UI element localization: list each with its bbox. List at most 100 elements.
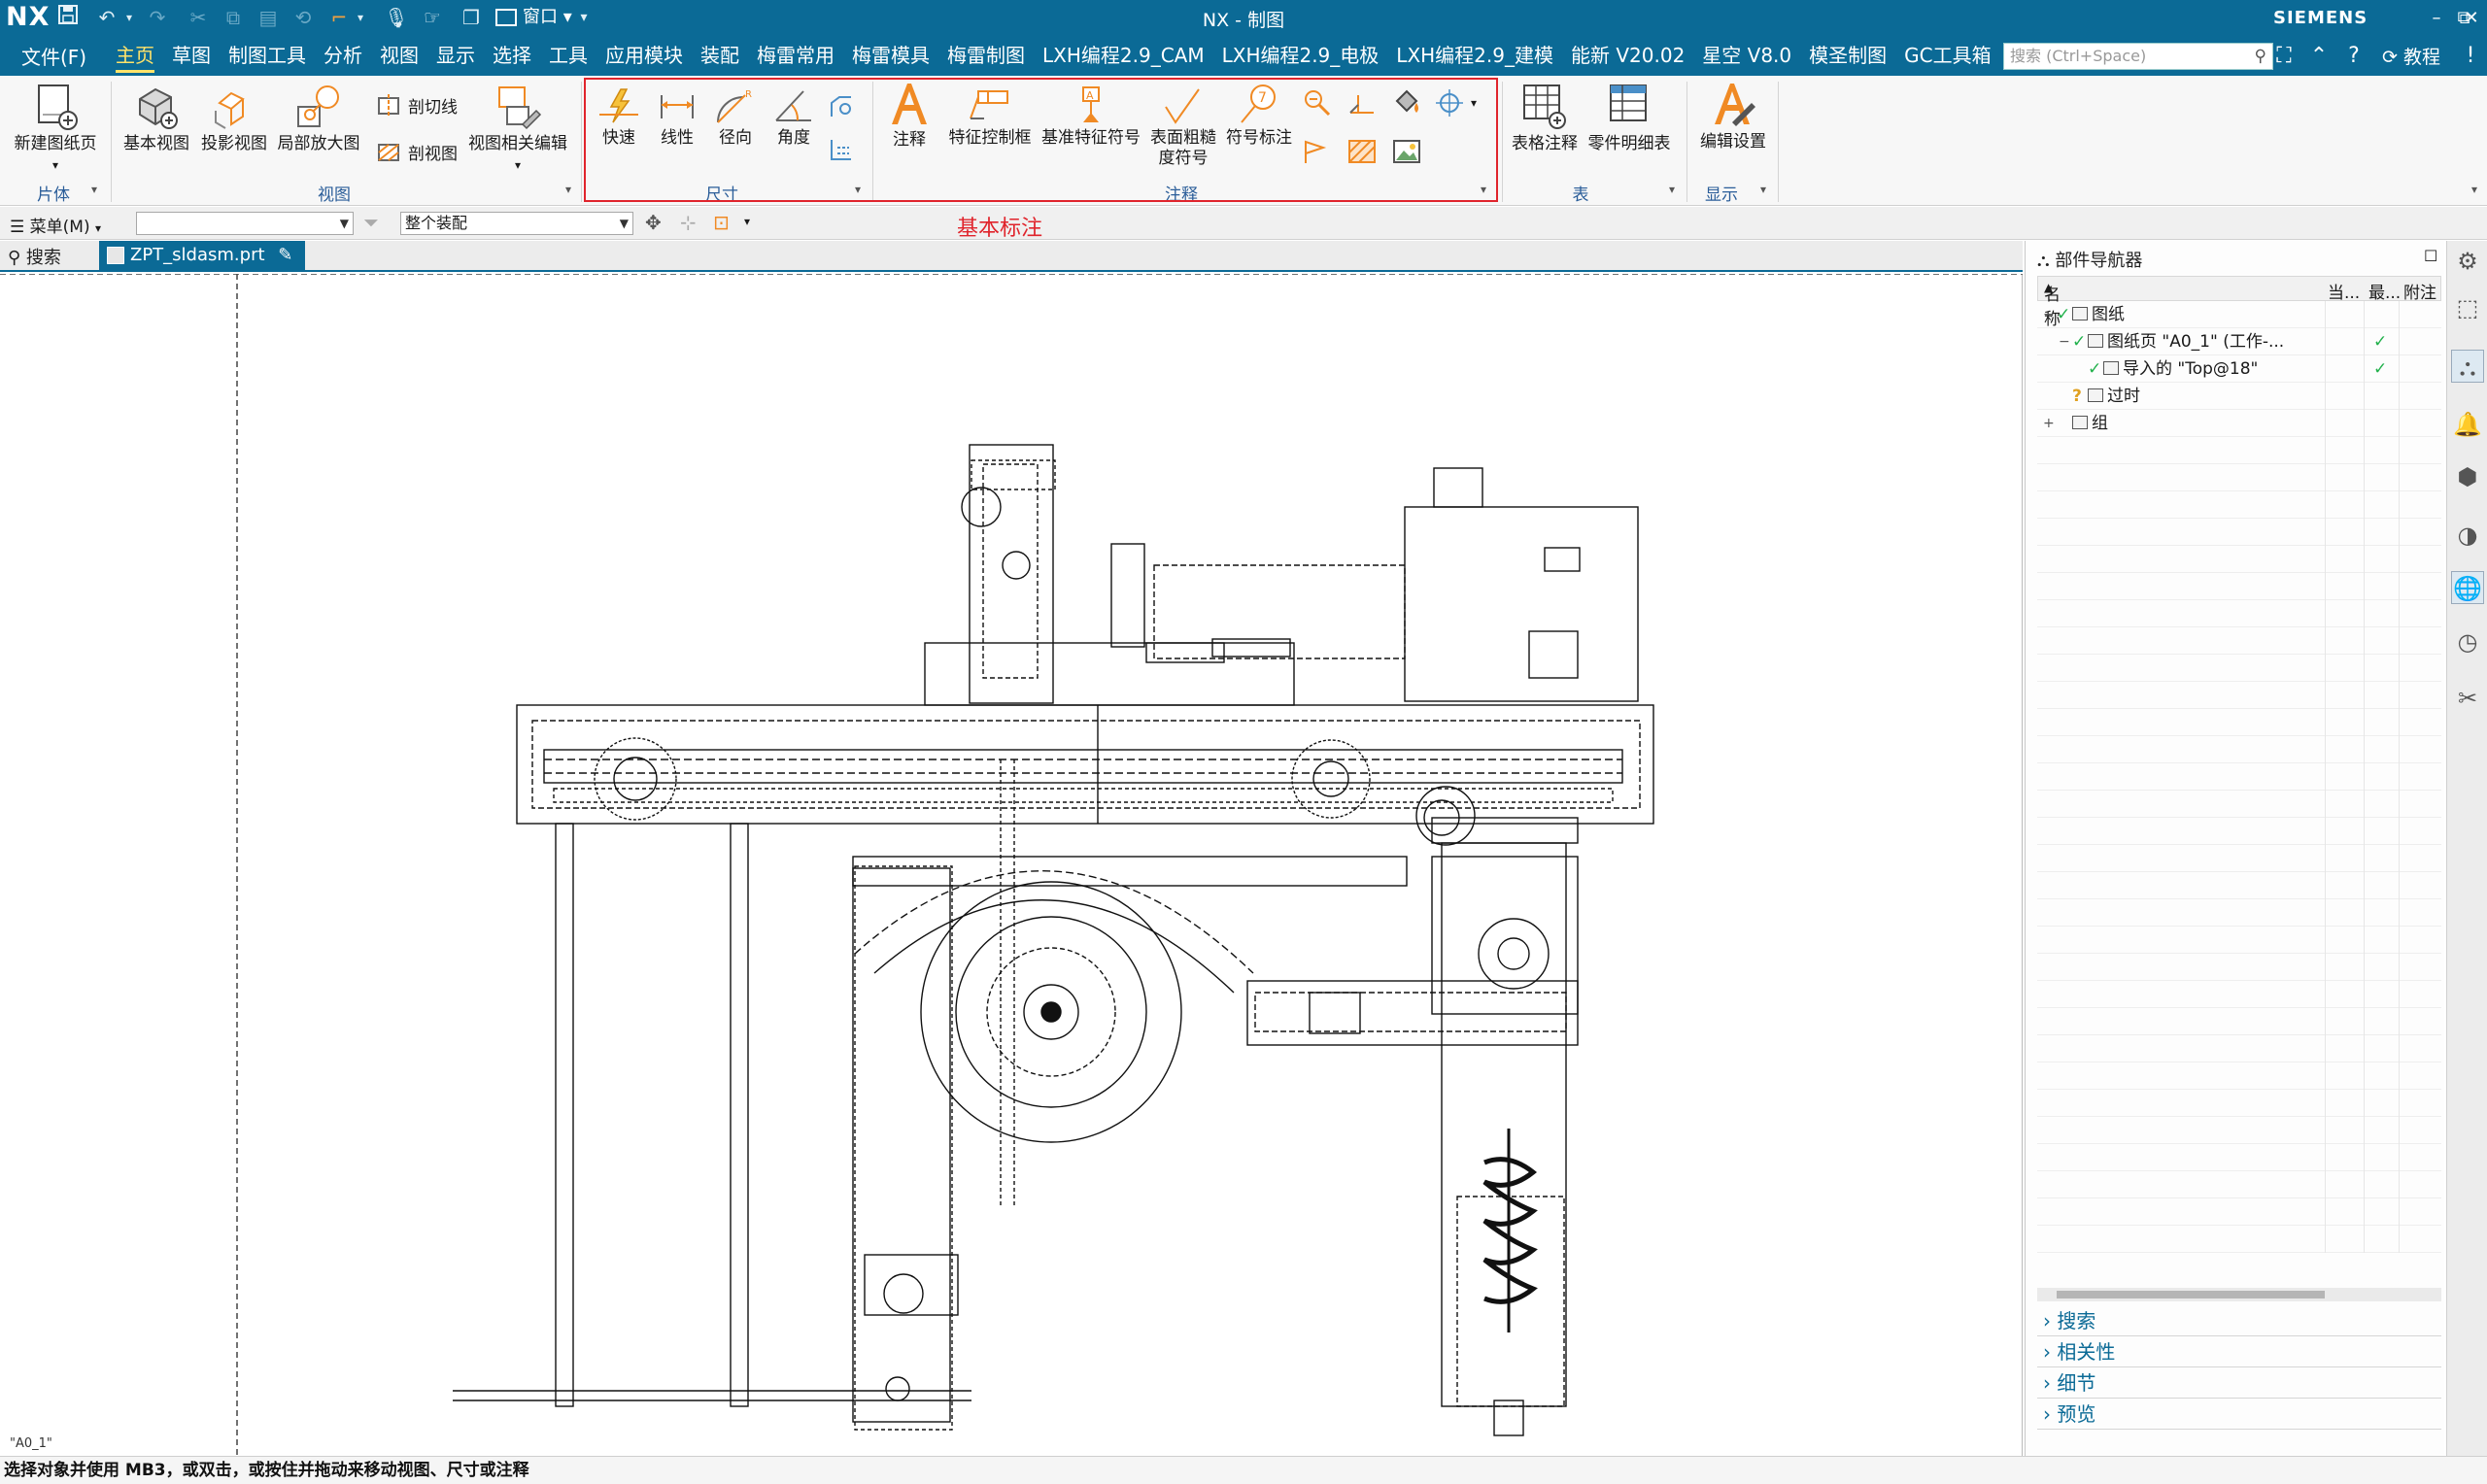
sheet-group-dropdown-icon[interactable]: ▾ bbox=[91, 183, 97, 196]
tools-icon[interactable]: ✂ bbox=[2451, 682, 2484, 715]
menu-tab[interactable]: 应用模块 bbox=[596, 37, 692, 76]
menu-tab[interactable]: 视图 bbox=[371, 37, 427, 76]
section-line-button[interactable]: 剖切线 bbox=[375, 93, 458, 118]
expand-icon[interactable]: + bbox=[2043, 410, 2055, 437]
collapse-ribbon-icon[interactable]: ⌃ bbox=[2302, 41, 2335, 72]
new-sheet-dropdown-icon[interactable]: ▾ bbox=[52, 158, 58, 172]
menu-tab[interactable]: 能新 V20.02 bbox=[1562, 37, 1693, 76]
menu-tab[interactable]: 分析 bbox=[315, 37, 371, 76]
menu-tab[interactable]: LXH编程2.9_CAM bbox=[1034, 37, 1213, 76]
navigator-horizontal-scrollbar[interactable] bbox=[2037, 1288, 2441, 1301]
table-group-dropdown-icon[interactable]: ▾ bbox=[1669, 183, 1675, 196]
parts-list-button[interactable]: 零件明细表 bbox=[1584, 82, 1675, 154]
menu-button[interactable]: ☰ 菜单(M) ▾ bbox=[10, 213, 101, 237]
base-view-button[interactable]: 基本视图 bbox=[120, 82, 192, 154]
ribbon-options-dropdown-icon[interactable]: ▾ bbox=[2471, 183, 2477, 196]
detail-view-button[interactable]: 局部放大图 bbox=[274, 82, 363, 154]
collapse-icon[interactable]: − bbox=[2059, 328, 2070, 355]
collapse-icon[interactable]: − bbox=[2043, 301, 2055, 328]
menu-tab[interactable]: 工具 bbox=[540, 37, 596, 76]
menu-tab[interactable]: 梅雷模具 bbox=[843, 37, 938, 76]
menu-tab[interactable]: 显示 bbox=[427, 37, 484, 76]
menu-tab[interactable]: 梅雷常用 bbox=[748, 37, 843, 76]
navigator-tree-row[interactable]: ? 过时 bbox=[2037, 383, 2441, 410]
navigator-section[interactable]: › 预览 bbox=[2037, 1399, 2441, 1430]
file-menu[interactable]: 文件(F) bbox=[21, 42, 86, 70]
paste-icon[interactable]: ▤ bbox=[255, 4, 282, 31]
view-edit-dropdown-icon[interactable]: ▾ bbox=[515, 158, 521, 172]
projected-view-button[interactable]: 投影视图 bbox=[198, 82, 270, 154]
fullscreen-icon[interactable]: ⛶ bbox=[2267, 41, 2300, 72]
column-current[interactable]: 当... bbox=[2328, 279, 2360, 303]
menu-tab[interactable]: 装配 bbox=[692, 37, 748, 76]
navigator-section[interactable]: › 细节 bbox=[2037, 1367, 2441, 1399]
edit-settings-button[interactable]: 编辑设置 bbox=[1692, 80, 1774, 152]
column-divider bbox=[2364, 1144, 2365, 1171]
redo-icon[interactable]: ↷ bbox=[144, 4, 171, 31]
menu-tab[interactable]: LXH编程2.9_建模 bbox=[1387, 37, 1562, 76]
navigator-tree-row[interactable]: − ✓ 图纸 bbox=[2037, 301, 2441, 328]
menu-tab[interactable]: 星空 V8.0 bbox=[1693, 37, 1800, 76]
switch-window-icon[interactable]: ❐ bbox=[457, 4, 486, 31]
save-icon[interactable] bbox=[52, 4, 84, 31]
navigator-section[interactable]: › 搜索 bbox=[2037, 1305, 2441, 1336]
navigator-section[interactable]: › 相关性 bbox=[2037, 1336, 2441, 1367]
view-group-dropdown-icon[interactable]: ▾ bbox=[565, 183, 571, 196]
web-browser-icon[interactable]: 🌐 bbox=[2451, 571, 2484, 604]
tutorial-button[interactable]: ⟳ 教程 bbox=[2382, 43, 2440, 69]
touch-mode-icon[interactable]: ☞ bbox=[418, 4, 447, 31]
alert-icon[interactable]: ! bbox=[2454, 41, 2487, 72]
menu-tab[interactable]: 草图 bbox=[163, 37, 220, 76]
search-tab[interactable]: ⚲ 搜索 bbox=[8, 244, 61, 269]
command-finder-icon[interactable]: ⌐ bbox=[324, 4, 354, 31]
snap-point-icon[interactable]: ✥ bbox=[645, 211, 662, 234]
navigator-tree-row[interactable]: ✓ 导入的 "Top@18" ✓ bbox=[2037, 355, 2441, 383]
scrollbar-thumb[interactable] bbox=[2057, 1291, 2325, 1298]
undo-dropdown-icon[interactable]: ▾ bbox=[122, 4, 136, 31]
customize-qat-icon[interactable]: ▾ bbox=[575, 4, 593, 31]
menu-tab[interactable]: 主页 bbox=[107, 37, 163, 76]
microphone-icon[interactable]: 🎙 bbox=[383, 4, 410, 31]
menu-tab[interactable]: 制图工具 bbox=[220, 37, 315, 76]
notification-bell-icon[interactable]: 🔔 bbox=[2451, 408, 2484, 441]
menu-tab[interactable]: LXH编程2.9_电极 bbox=[1213, 37, 1388, 76]
filter-funnel-icon[interactable]: ⏷ bbox=[363, 211, 379, 234]
navigator-tree-row[interactable]: − ✓ 图纸页 "A0_1" (工作-... ✓ bbox=[2037, 328, 2441, 355]
command-dropdown-icon[interactable]: ▾ bbox=[354, 4, 367, 31]
view-dependent-edit-button[interactable]: 视图相关编辑 ▾ bbox=[466, 82, 569, 174]
undo-icon[interactable]: ↶ bbox=[91, 4, 122, 31]
menu-tab[interactable]: 选择 bbox=[484, 37, 540, 76]
drawing-canvas[interactable]: "A0_1" bbox=[0, 274, 2023, 1456]
column-latest[interactable]: 最... bbox=[2368, 279, 2401, 303]
settings-gear-icon[interactable]: ⚙ bbox=[2451, 245, 2484, 278]
copy-icon[interactable]: ⧉ bbox=[220, 4, 247, 31]
display-group-dropdown-icon[interactable]: ▾ bbox=[1760, 183, 1766, 196]
type-filter-select[interactable]: ▼ bbox=[136, 212, 354, 235]
cut-icon[interactable]: ✂ bbox=[185, 4, 212, 31]
selection-intent-dropdown-icon[interactable]: ▾ bbox=[744, 215, 750, 228]
part-navigator-icon[interactable]: ⛬ bbox=[2451, 350, 2484, 383]
column-notes[interactable]: 附注 bbox=[2403, 279, 2436, 303]
reuse-library-icon[interactable]: ⬢ bbox=[2451, 460, 2484, 493]
help-icon[interactable]: ? bbox=[2337, 41, 2370, 72]
history-clock-icon[interactable]: ◷ bbox=[2451, 625, 2484, 658]
menu-tab[interactable]: 模圣制图 bbox=[1800, 37, 1895, 76]
assembly-navigator-icon[interactable]: ⬚ bbox=[2451, 291, 2484, 324]
repeat-command-icon[interactable]: ⟲ bbox=[290, 4, 317, 31]
command-search-input[interactable]: 搜索 (Ctrl+Space) ⚲ bbox=[2003, 43, 2273, 70]
close-button[interactable]: ✕ bbox=[2452, 2, 2487, 35]
selection-scope-select[interactable]: 整个装配 ▼ bbox=[400, 212, 633, 235]
select-all-icon[interactable]: ⊹ bbox=[680, 211, 697, 234]
maximize-panel-icon[interactable]: ☐ bbox=[2424, 247, 2437, 265]
tabular-note-button[interactable]: 表格注释 bbox=[1508, 82, 1582, 154]
selection-intent-icon[interactable]: ⊡ bbox=[713, 211, 730, 234]
navigator-tree-row[interactable]: + 组 bbox=[2037, 410, 2441, 437]
hd3d-icon[interactable]: ◑ bbox=[2451, 519, 2484, 552]
menu-tab[interactable]: GC工具箱 bbox=[1895, 37, 1999, 76]
navigator-empty-row bbox=[2037, 927, 2441, 954]
new-sheet-button[interactable]: 新建图纸页 ▾ bbox=[12, 82, 99, 174]
window-menu[interactable]: 窗口 ▾ bbox=[494, 4, 572, 31]
menu-tab[interactable]: 梅雷制图 bbox=[938, 37, 1034, 76]
section-view-button[interactable]: 剖视图 bbox=[375, 140, 458, 164]
file-tab[interactable]: ZPT_sldasm.prt ✎ ✕ bbox=[99, 241, 305, 294]
